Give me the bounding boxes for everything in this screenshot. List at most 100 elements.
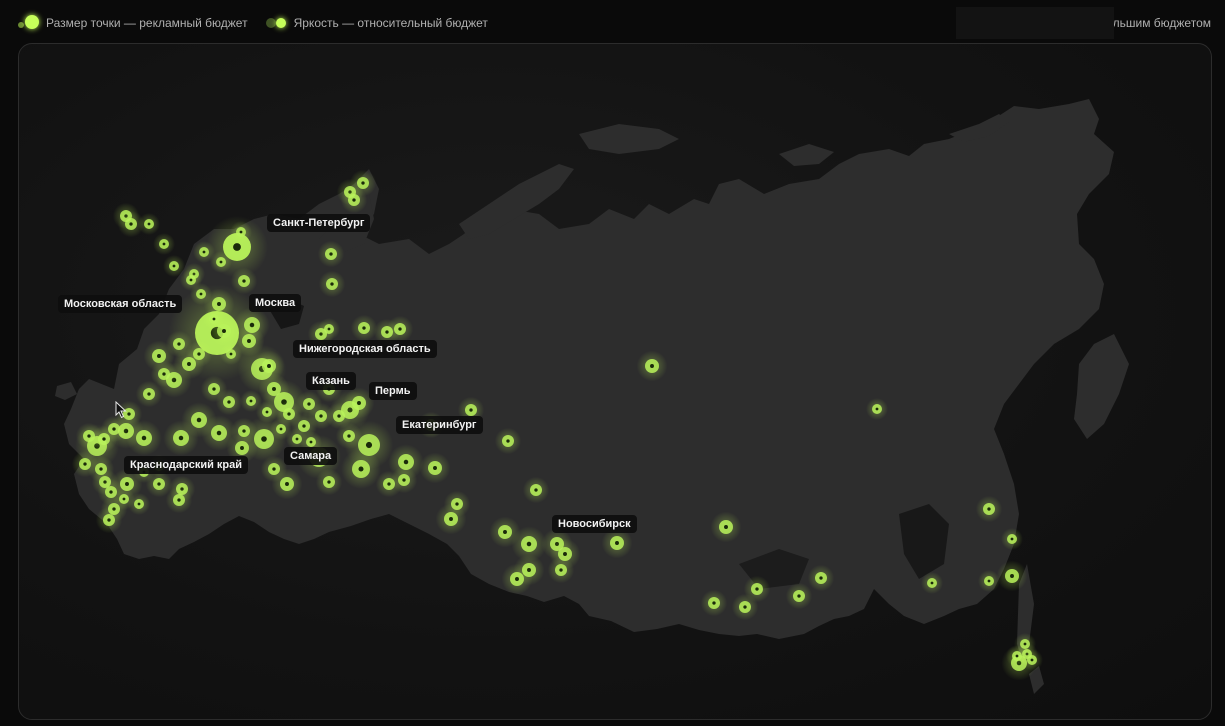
region-marker[interactable] bbox=[220, 343, 242, 365]
marker-center bbox=[743, 605, 747, 609]
marker-center bbox=[147, 222, 151, 226]
region-marker[interactable] bbox=[128, 493, 150, 515]
marker-center bbox=[347, 434, 351, 438]
marker-center bbox=[272, 467, 276, 471]
region-marker[interactable] bbox=[522, 476, 550, 504]
region-marker[interactable] bbox=[190, 283, 212, 305]
region-marker[interactable] bbox=[75, 422, 103, 450]
marker-center bbox=[327, 327, 331, 331]
marker-center bbox=[1010, 537, 1014, 541]
marker-center bbox=[285, 482, 289, 486]
marker-center bbox=[362, 326, 366, 330]
marker-center bbox=[469, 408, 473, 412]
marker-center bbox=[127, 412, 131, 416]
marker-center bbox=[365, 441, 373, 449]
region-marker[interactable] bbox=[135, 380, 163, 408]
mouse-cursor-icon bbox=[115, 401, 127, 419]
region-marker[interactable] bbox=[419, 452, 451, 484]
region-marker[interactable] bbox=[258, 373, 290, 405]
legend-size: Размер точки — рекламный бюджет bbox=[18, 14, 248, 32]
region-marker[interactable] bbox=[230, 267, 258, 295]
region-marker[interactable] bbox=[138, 213, 160, 235]
marker-center bbox=[249, 399, 253, 403]
marker-center bbox=[229, 352, 233, 356]
region-marker[interactable] bbox=[710, 511, 742, 543]
city-label-spb[interactable]: Санкт-Петербург bbox=[267, 214, 371, 232]
marker-center bbox=[125, 482, 129, 486]
region-marker[interactable] bbox=[501, 563, 533, 595]
region-marker[interactable] bbox=[200, 375, 228, 403]
marker-center bbox=[357, 401, 361, 405]
marker-center bbox=[724, 525, 728, 529]
region-marker[interactable] bbox=[318, 270, 346, 298]
marker-center bbox=[157, 482, 161, 486]
marker-center bbox=[1030, 658, 1034, 662]
region-marker[interactable] bbox=[386, 315, 414, 343]
region-marker[interactable] bbox=[866, 398, 888, 420]
redacted-block bbox=[956, 7, 1115, 39]
region-marker[interactable] bbox=[203, 308, 225, 330]
marker-center bbox=[197, 352, 201, 356]
marker-center bbox=[189, 278, 193, 282]
legend-size-label: Размер точки — рекламный бюджет bbox=[46, 16, 248, 30]
region-marker[interactable] bbox=[318, 318, 340, 340]
region-marker[interactable] bbox=[1014, 633, 1036, 655]
region-marker[interactable] bbox=[978, 570, 1000, 592]
marker-center bbox=[433, 466, 437, 470]
region-marker[interactable] bbox=[435, 503, 467, 535]
region-marker[interactable] bbox=[317, 240, 345, 268]
marker-center bbox=[162, 372, 166, 376]
marker-center bbox=[398, 327, 402, 331]
region-marker[interactable] bbox=[163, 255, 185, 277]
region-marker[interactable] bbox=[975, 495, 1003, 523]
region-marker[interactable] bbox=[95, 506, 123, 534]
city-label-perm[interactable]: Пермь bbox=[369, 382, 417, 400]
region-marker[interactable] bbox=[256, 401, 278, 423]
region-marker[interactable] bbox=[731, 593, 759, 621]
marker-center bbox=[534, 488, 538, 492]
region-marker[interactable] bbox=[153, 233, 175, 255]
region-marker[interactable] bbox=[341, 449, 381, 489]
marker-center bbox=[242, 279, 246, 283]
marker-center bbox=[712, 601, 716, 605]
region-marker[interactable] bbox=[315, 468, 343, 496]
region-marker[interactable] bbox=[996, 560, 1028, 592]
city-label-samara[interactable]: Самара bbox=[284, 447, 338, 465]
city-label-krasnodar[interactable]: Краснодарский край bbox=[124, 456, 249, 474]
city-label-moscow-oblast[interactable]: Московская область bbox=[58, 295, 183, 313]
marker-center bbox=[1015, 654, 1019, 658]
region-marker[interactable] bbox=[807, 564, 835, 592]
city-label-nizhny-oblast[interactable]: Нижегородская область bbox=[293, 340, 437, 358]
marker-center bbox=[330, 282, 334, 286]
region-marker[interactable] bbox=[350, 314, 378, 342]
city-label-ekaterinburg[interactable]: Екатеринбург bbox=[396, 416, 483, 434]
region-marker[interactable] bbox=[165, 330, 193, 358]
region-marker[interactable] bbox=[340, 186, 368, 214]
marker-center bbox=[515, 577, 519, 581]
region-marker[interactable] bbox=[230, 221, 252, 243]
region-marker[interactable] bbox=[390, 466, 418, 494]
city-label-moscow[interactable]: Москва bbox=[249, 294, 302, 312]
legend: Размер точки — рекламный бюджет Яркость … bbox=[18, 14, 488, 32]
marker-center bbox=[1023, 642, 1027, 646]
region-marker[interactable] bbox=[494, 427, 522, 455]
region-marker[interactable] bbox=[230, 417, 258, 445]
region-marker[interactable] bbox=[700, 589, 728, 617]
marker-center bbox=[930, 581, 934, 585]
city-label-novosibirsk[interactable]: Новосибирск bbox=[552, 515, 637, 533]
region-marker[interactable] bbox=[193, 241, 215, 263]
region-marker[interactable] bbox=[785, 582, 813, 610]
city-label-kazan[interactable]: Казань bbox=[306, 372, 356, 390]
region-marker[interactable] bbox=[1001, 528, 1023, 550]
region-marker[interactable] bbox=[335, 422, 363, 450]
region-marker[interactable] bbox=[921, 572, 943, 594]
region-marker[interactable] bbox=[165, 486, 193, 514]
region-marker[interactable] bbox=[547, 556, 575, 584]
marker-center bbox=[650, 364, 654, 368]
map-panel[interactable]: Санкт-Петербург Московская область Москв… bbox=[18, 43, 1212, 720]
region-marker[interactable] bbox=[636, 350, 668, 382]
marker-center bbox=[387, 482, 391, 486]
marker-center bbox=[107, 518, 111, 522]
marker-center bbox=[358, 466, 364, 472]
marker-center bbox=[240, 446, 244, 450]
